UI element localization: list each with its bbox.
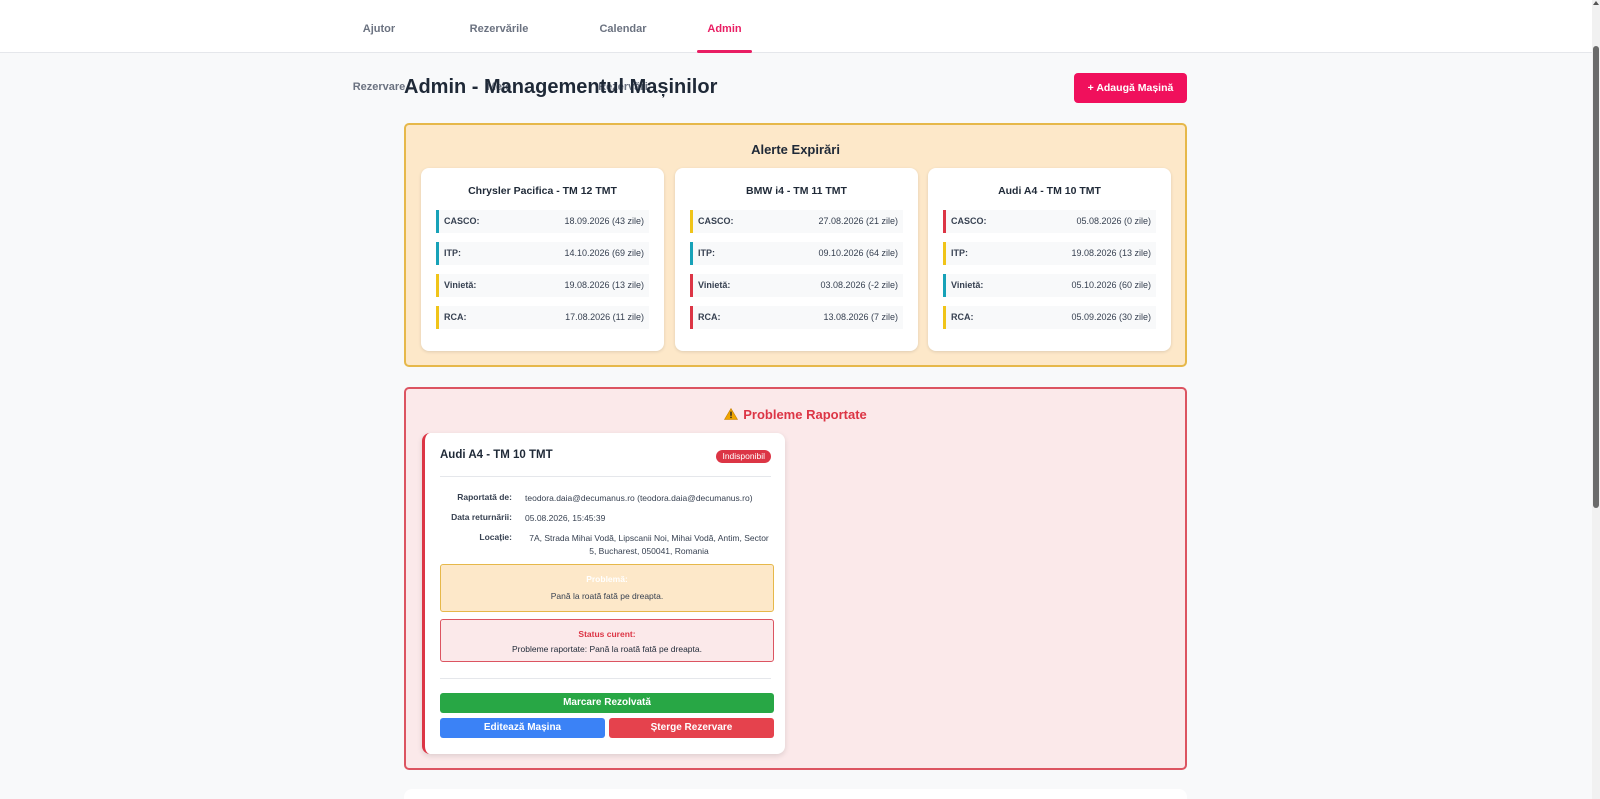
location-value: 7A, Strada Mihai Vodă, Lipscanii Noi, Mi… [529,533,769,556]
alert-value: 19.08.2026 (13 zile) [1071,248,1151,258]
delete-reservation-button[interactable]: Șterge Rezervare [609,718,774,738]
alert-value: 14.10.2026 (69 zile) [564,248,644,258]
reported-by-label: Raportată de: [457,492,512,502]
alert-label: CASCO: [698,216,734,226]
alert-value: 05.10.2026 (60 zile) [1071,280,1151,290]
page-scrollbar[interactable] [1592,0,1600,799]
alert-label: Vinietă: [698,280,731,290]
alert-label: ITP: [951,248,968,258]
alert-car-name: Chrysler Pacifica - TM 12 TMT [468,185,617,197]
tab-calendar-rezervari[interactable]: Calendar Rezervări [575,0,671,93]
alert-row-rca: RCA: 13.08.2026 (7 zile) [690,306,903,329]
alert-value: 03.08.2026 (-2 zile) [820,280,898,290]
report-car-name: Audi A4 - TM 10 TMT [440,449,553,461]
problem-heading: Problemă: [586,574,628,584]
add-car-button[interactable]: + Adaugă Mașină [1074,73,1187,103]
return-date-value: 05.08.2026, 15:45:39 [525,513,606,523]
divider [440,476,771,477]
alert-label: RCA: [951,312,974,322]
tab-admin[interactable]: Admin [697,0,752,53]
status-badge: Indisponibil [716,450,771,463]
return-date-label: Data returnării: [451,512,512,522]
reported-by-value: teodora.daia@decumanus.ro (teodora.daia@… [525,493,753,503]
location-label: Locație: [479,532,512,542]
alert-row-casco: CASCO: 27.08.2026 (21 zile) [690,210,903,233]
alert-label: ITP: [444,248,461,258]
alert-value: 19.08.2026 (13 zile) [564,280,644,290]
next-section-panel [404,789,1187,799]
alert-row-vinieta: Vinietă: 19.08.2026 (13 zile) [436,274,649,297]
alert-card: BMW i4 - TM 11 TMT CASCO: 27.08.2026 (21 … [675,168,918,351]
alert-value: 05.09.2026 (30 zile) [1071,312,1151,322]
page-title: Admin - Managementul Mașinilor [404,76,718,98]
alert-value: 13.08.2026 (7 zile) [823,312,898,322]
reported-problems-title-text: Probleme Raportate [743,407,867,422]
alert-car-name: Audi A4 - TM 10 TMT [998,185,1101,197]
alert-label: CASCO: [951,216,987,226]
current-status-heading: Status curent: [578,629,636,639]
current-status-box: Status curent: Probleme raportate: Pană … [440,619,774,662]
alert-row-vinieta: Vinietă: 03.08.2026 (-2 zile) [690,274,903,297]
problem-report-card: Audi A4 - TM 10 TMT Indisponibil Raporta… [422,433,785,754]
problem-text: Pană la roată fată pe dreapta. [550,591,664,601]
divider [440,678,771,679]
mark-resolved-button[interactable]: Marcare Rezolvată [440,693,774,713]
warning-icon [724,408,739,420]
edit-car-button[interactable]: Editează Mașina [440,718,605,738]
reported-problems-title: Probleme Raportate [406,407,1185,422]
alert-card: Audi A4 - TM 10 TMT CASCO: 05.08.2026 (0 … [928,168,1171,351]
tab-ajutor-rezervare[interactable]: Ajutor Rezervare [336,0,422,93]
alert-value: 05.08.2026 (0 zile) [1076,216,1151,226]
alert-label: Vinietă: [444,280,477,290]
top-navigation: Ajutor Rezervare Rezervările Mele Calend… [0,0,1592,93]
alert-value: 18.09.2026 (43 zile) [564,216,644,226]
scroll-up-arrow-icon[interactable] [1593,1,1599,5]
alert-value: 09.10.2026 (64 zile) [818,248,898,258]
problem-box: Problemă: Pană la roată fată pe dreapta. [440,564,774,612]
alert-row-casco: CASCO: 18.09.2026 (43 zile) [436,210,649,233]
alert-car-name: BMW i4 - TM 11 TMT [746,185,847,197]
alert-row-vinieta: Vinietă: 05.10.2026 (60 zile) [943,274,1156,297]
alert-row-casco: CASCO: 05.08.2026 (0 zile) [943,210,1156,233]
alert-value: 17.08.2026 (11 zile) [565,312,644,322]
scrollbar-thumb[interactable] [1593,46,1599,508]
tab-rezervarile-mele[interactable]: Rezervările Mele [456,0,542,93]
alert-label: CASCO: [444,216,480,226]
alert-label: Vinietă: [951,280,984,290]
alert-label: RCA: [698,312,721,322]
expiry-alerts-panel: Alerte Expirări Chrysler Pacifica - TM 1… [404,123,1187,367]
alert-label: ITP: [698,248,715,258]
alert-row-itp: ITP: 19.08.2026 (13 zile) [943,242,1156,265]
alert-value: 27.08.2026 (21 zile) [818,216,898,226]
alert-row-itp: ITP: 14.10.2026 (69 zile) [436,242,649,265]
reported-problems-panel: Probleme Raportate Audi A4 - TM 10 TMT I… [404,387,1187,770]
alert-row-itp: ITP: 09.10.2026 (64 zile) [690,242,903,265]
alert-row-rca: RCA: 05.09.2026 (30 zile) [943,306,1156,329]
current-status-text: Probleme raportate: Pană la roată fată p… [512,644,702,654]
alert-card: Chrysler Pacifica - TM 12 TMT CASCO: 18.0… [421,168,664,351]
alert-row-rca: RCA: 17.08.2026 (11 zile) [436,306,649,329]
alert-label: RCA: [444,312,467,322]
expiry-alerts-title: Alerte Expirări [751,142,840,157]
